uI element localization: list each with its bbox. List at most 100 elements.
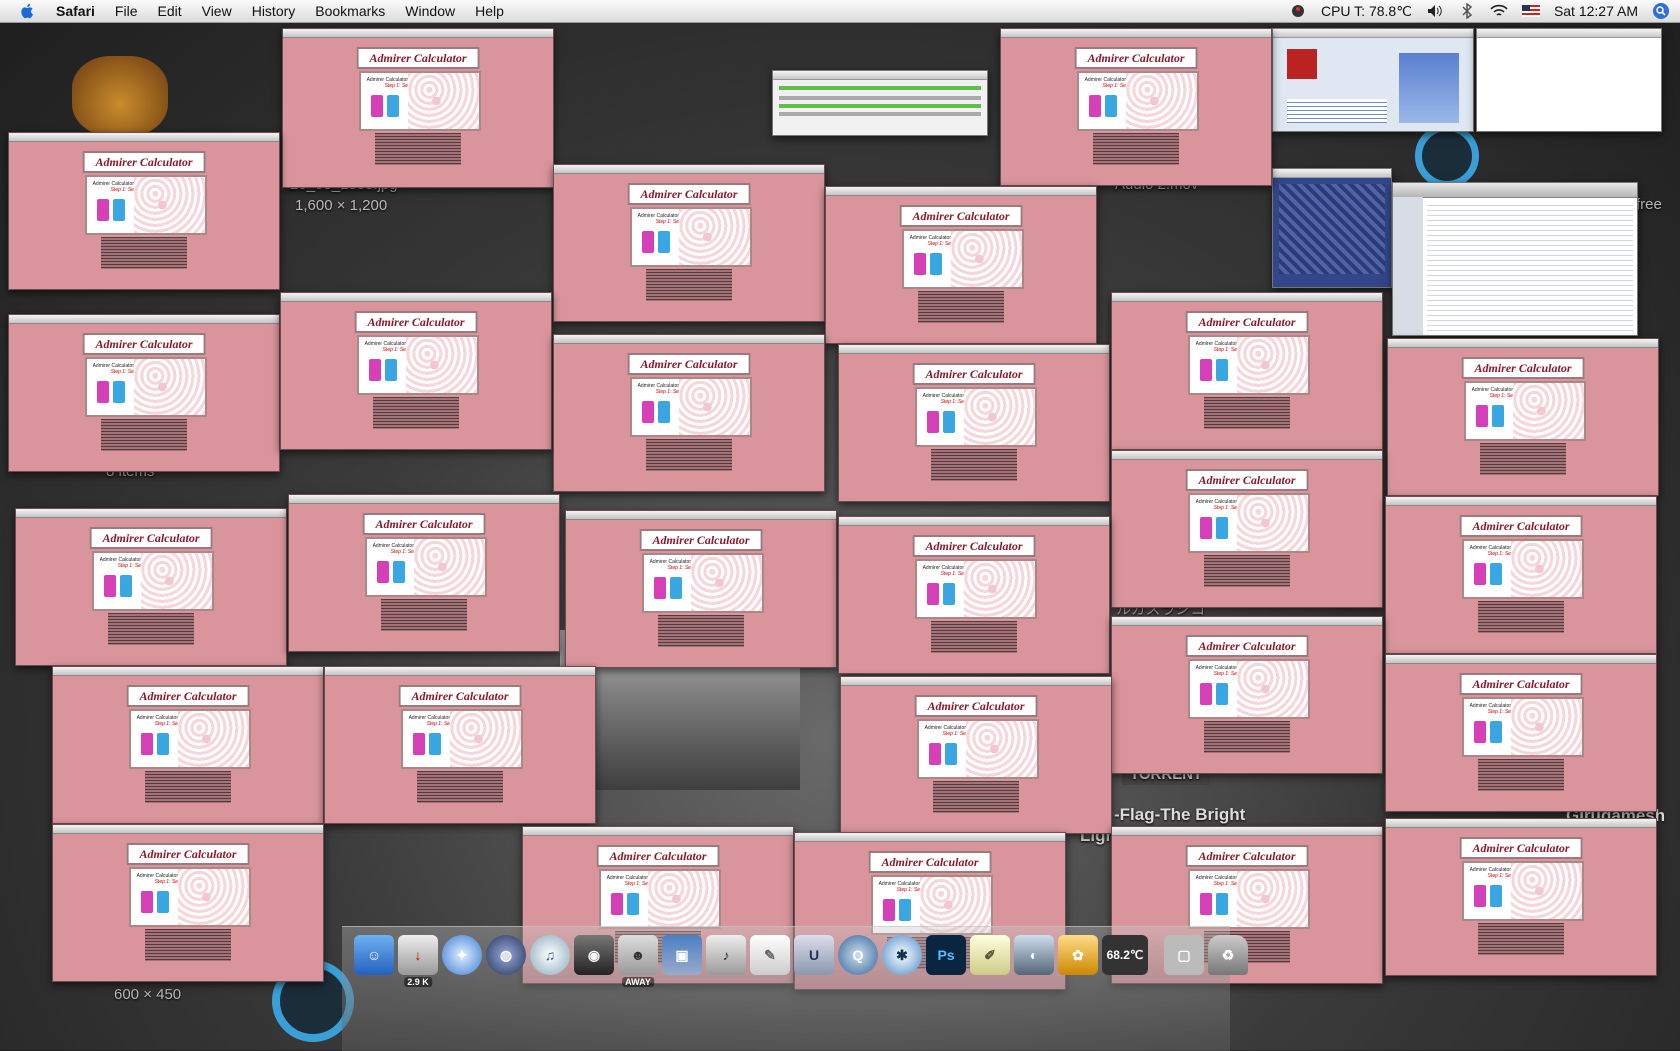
admirer-window[interactable]: Admirer Calculator Admirer Calculator Step… bbox=[282, 28, 554, 188]
female-icon[interactable] bbox=[1475, 405, 1488, 427]
admirer-window[interactable]: Admirer Calculator Admirer Calculator Step… bbox=[840, 676, 1112, 834]
cpu-temperature[interactable]: CPU T: 78.8℃ bbox=[1321, 3, 1412, 20]
male-icon[interactable] bbox=[1215, 683, 1228, 705]
menu-help[interactable]: Help bbox=[465, 3, 514, 19]
male-icon[interactable] bbox=[1215, 893, 1228, 915]
male-icon[interactable] bbox=[119, 575, 132, 597]
female-icon[interactable] bbox=[412, 733, 425, 755]
male-icon[interactable] bbox=[1215, 359, 1228, 381]
download-app-icon[interactable]: ↓ 2.9 K bbox=[398, 935, 438, 987]
preview-icon[interactable]: ◐ bbox=[1014, 935, 1054, 975]
male-icon[interactable] bbox=[1491, 405, 1504, 427]
menu-file[interactable]: File bbox=[105, 3, 148, 19]
textedit-icon[interactable]: ✎ bbox=[750, 935, 790, 975]
blank-browser-window[interactable] bbox=[1476, 28, 1662, 132]
female-icon[interactable] bbox=[1473, 563, 1486, 585]
female-icon[interactable] bbox=[653, 577, 666, 599]
female-icon[interactable] bbox=[882, 899, 895, 921]
admirer-window[interactable]: Admirer Calculator Admirer Calculator Step… bbox=[1000, 28, 1272, 186]
female-icon[interactable] bbox=[96, 199, 109, 221]
female-icon[interactable] bbox=[641, 401, 654, 423]
camera-app-icon[interactable]: ◉ bbox=[574, 935, 614, 975]
menu-window[interactable]: Window bbox=[395, 3, 465, 19]
male-icon[interactable] bbox=[657, 231, 670, 253]
female-icon[interactable] bbox=[140, 891, 153, 913]
adium-icon[interactable]: ☻ AWAY bbox=[618, 935, 658, 987]
female-icon[interactable] bbox=[1199, 893, 1212, 915]
male-icon[interactable] bbox=[1489, 885, 1502, 907]
female-icon[interactable] bbox=[1199, 359, 1212, 381]
female-icon[interactable] bbox=[926, 583, 939, 605]
male-icon[interactable] bbox=[669, 577, 682, 599]
female-icon[interactable] bbox=[641, 231, 654, 253]
admirer-window[interactable]: Admirer Calculator Admirer Calculator Step… bbox=[1111, 450, 1383, 608]
admirer-window[interactable]: Admirer Calculator Admirer Calculator Step… bbox=[553, 164, 825, 322]
garageband-icon[interactable]: ♪ bbox=[706, 935, 746, 975]
menu-app-name[interactable]: Safari bbox=[46, 3, 105, 19]
male-icon[interactable] bbox=[929, 253, 942, 275]
male-icon[interactable] bbox=[384, 359, 397, 381]
male-icon[interactable] bbox=[392, 561, 405, 583]
menu-bookmarks[interactable]: Bookmarks bbox=[305, 3, 395, 19]
admirer-window[interactable]: Admirer Calculator Admirer Calculator Step… bbox=[565, 510, 837, 668]
stack-folder-icon[interactable]: ▢ bbox=[1164, 935, 1204, 975]
male-icon[interactable] bbox=[156, 891, 169, 913]
female-icon[interactable] bbox=[1088, 95, 1101, 117]
utility-icon[interactable]: ✱ bbox=[882, 935, 922, 975]
male-icon[interactable] bbox=[112, 381, 125, 403]
admirer-window[interactable]: Admirer Calculator Admirer Calculator Step… bbox=[1387, 338, 1659, 496]
itunes-icon[interactable]: ♫ bbox=[530, 935, 570, 975]
menu-edit[interactable]: Edit bbox=[147, 3, 191, 19]
bluetooth-icon[interactable] bbox=[1458, 3, 1476, 19]
quicktime-icon[interactable]: Q bbox=[838, 935, 878, 975]
menu-clock[interactable]: Sat 12:27 AM bbox=[1554, 3, 1638, 19]
female-icon[interactable] bbox=[928, 743, 941, 765]
female-icon[interactable] bbox=[1473, 885, 1486, 907]
admirer-window[interactable]: Admirer Calculator Admirer Calculator Step… bbox=[8, 132, 280, 290]
female-icon[interactable] bbox=[376, 561, 389, 583]
female-icon[interactable] bbox=[610, 893, 623, 915]
male-icon[interactable] bbox=[386, 95, 399, 117]
female-icon[interactable] bbox=[1199, 683, 1212, 705]
male-icon[interactable] bbox=[156, 733, 169, 755]
admirer-window[interactable]: Admirer Calculator Admirer Calculator Step… bbox=[1111, 616, 1383, 774]
admirer-window[interactable]: Admirer Calculator Admirer Calculator Step… bbox=[838, 344, 1110, 502]
admirer-window[interactable]: Admirer Calculator Admirer Calculator Step… bbox=[280, 292, 552, 450]
admirer-window[interactable]: Admirer Calculator Admirer Calculator Step… bbox=[553, 334, 825, 492]
admirer-window[interactable]: Admirer Calculator Admirer Calculator Step… bbox=[52, 666, 324, 824]
female-icon[interactable] bbox=[368, 359, 381, 381]
spotlight-icon[interactable] bbox=[1652, 3, 1670, 19]
safari-icon[interactable]: ✦ bbox=[442, 935, 482, 975]
admirer-window[interactable]: Admirer Calculator Admirer Calculator Step… bbox=[825, 186, 1097, 344]
admirer-window[interactable]: Admirer Calculator Admirer Calculator Step… bbox=[15, 508, 287, 666]
male-icon[interactable] bbox=[944, 743, 957, 765]
itunes-window[interactable] bbox=[1392, 182, 1638, 336]
apple-menu-icon[interactable] bbox=[18, 2, 36, 20]
photoshop-icon[interactable]: Ps bbox=[926, 935, 966, 975]
network-globe-icon[interactable]: ◍ bbox=[486, 935, 526, 975]
male-icon[interactable] bbox=[626, 893, 639, 915]
male-icon[interactable] bbox=[1215, 517, 1228, 539]
volume-icon[interactable] bbox=[1426, 3, 1444, 19]
male-icon[interactable] bbox=[942, 411, 955, 433]
admirer-window[interactable]: Admirer Calculator Admirer Calculator Step… bbox=[838, 516, 1110, 674]
dark-site-window[interactable] bbox=[1272, 168, 1392, 288]
female-icon[interactable] bbox=[370, 95, 383, 117]
admirer-window[interactable]: Admirer Calculator Admirer Calculator Step… bbox=[324, 666, 596, 824]
desktop-bird-icon[interactable] bbox=[72, 56, 168, 136]
illustrator-icon[interactable]: ✐ bbox=[970, 935, 1010, 975]
female-icon[interactable] bbox=[913, 253, 926, 275]
female-icon[interactable] bbox=[1473, 721, 1486, 743]
male-icon[interactable] bbox=[1489, 721, 1502, 743]
menu-history[interactable]: History bbox=[242, 3, 306, 19]
male-icon[interactable] bbox=[1104, 95, 1117, 117]
admirer-window[interactable]: Admirer Calculator Admirer Calculator Step… bbox=[8, 314, 280, 472]
female-icon[interactable] bbox=[926, 411, 939, 433]
finder-icon[interactable]: ☺ bbox=[354, 935, 394, 975]
wifi-icon[interactable] bbox=[1490, 3, 1508, 19]
male-icon[interactable] bbox=[112, 199, 125, 221]
male-icon[interactable] bbox=[428, 733, 441, 755]
admirer-window[interactable]: Admirer Calculator Admirer Calculator Step… bbox=[1111, 292, 1383, 450]
desktop-quicktime-icon-2[interactable] bbox=[1415, 124, 1479, 188]
female-icon[interactable] bbox=[140, 733, 153, 755]
